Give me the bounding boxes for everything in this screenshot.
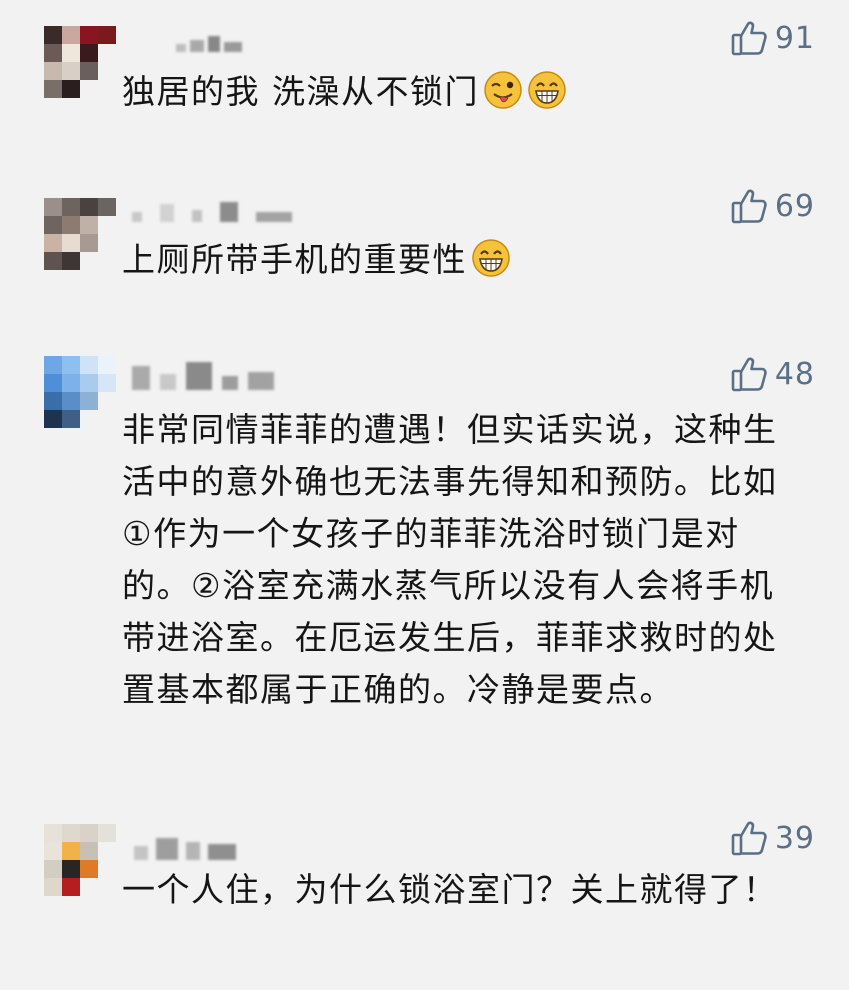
wink-tongue-emoji xyxy=(484,71,522,109)
avatar[interactable] xyxy=(44,824,116,896)
grin-emoji xyxy=(528,71,566,109)
comment-text: 独居的我 洗澡从不锁门 xyxy=(122,66,782,118)
like-count: 48 xyxy=(774,356,815,392)
comment-text: 上厕所带手机的重要性 xyxy=(122,234,782,286)
comment-text: 非常同情菲菲的遭遇！但实话实说，这种生活中的意外确也无法事先得知和预防。比如①作… xyxy=(122,410,778,709)
username-blurred[interactable] xyxy=(132,362,274,390)
like-button[interactable]: 91 xyxy=(729,18,815,58)
thumbs-up-icon xyxy=(731,21,767,56)
username-blurred[interactable] xyxy=(176,32,242,52)
thumbs-up-icon xyxy=(731,821,767,856)
username-blurred[interactable] xyxy=(134,836,236,860)
avatar[interactable] xyxy=(44,356,116,428)
like-count: 91 xyxy=(774,20,815,56)
comment-text: 一个人住，为什么锁浴室门？关上就得了！ xyxy=(122,870,778,909)
like-button[interactable]: 39 xyxy=(729,818,815,858)
like-count: 39 xyxy=(774,820,815,856)
like-count: 69 xyxy=(774,188,815,224)
avatar[interactable] xyxy=(44,26,116,98)
grin-emoji xyxy=(472,239,510,277)
like-button[interactable]: 48 xyxy=(729,354,815,394)
thumbs-up-icon xyxy=(731,357,767,392)
comment-body: 上厕所带手机的重要性 xyxy=(122,240,467,279)
avatar[interactable] xyxy=(44,198,116,270)
like-button[interactable]: 69 xyxy=(729,186,815,226)
thumbs-up-icon xyxy=(731,189,767,224)
comment-body: 独居的我 洗澡从不锁门 xyxy=(122,72,479,111)
username-blurred[interactable] xyxy=(132,202,292,222)
